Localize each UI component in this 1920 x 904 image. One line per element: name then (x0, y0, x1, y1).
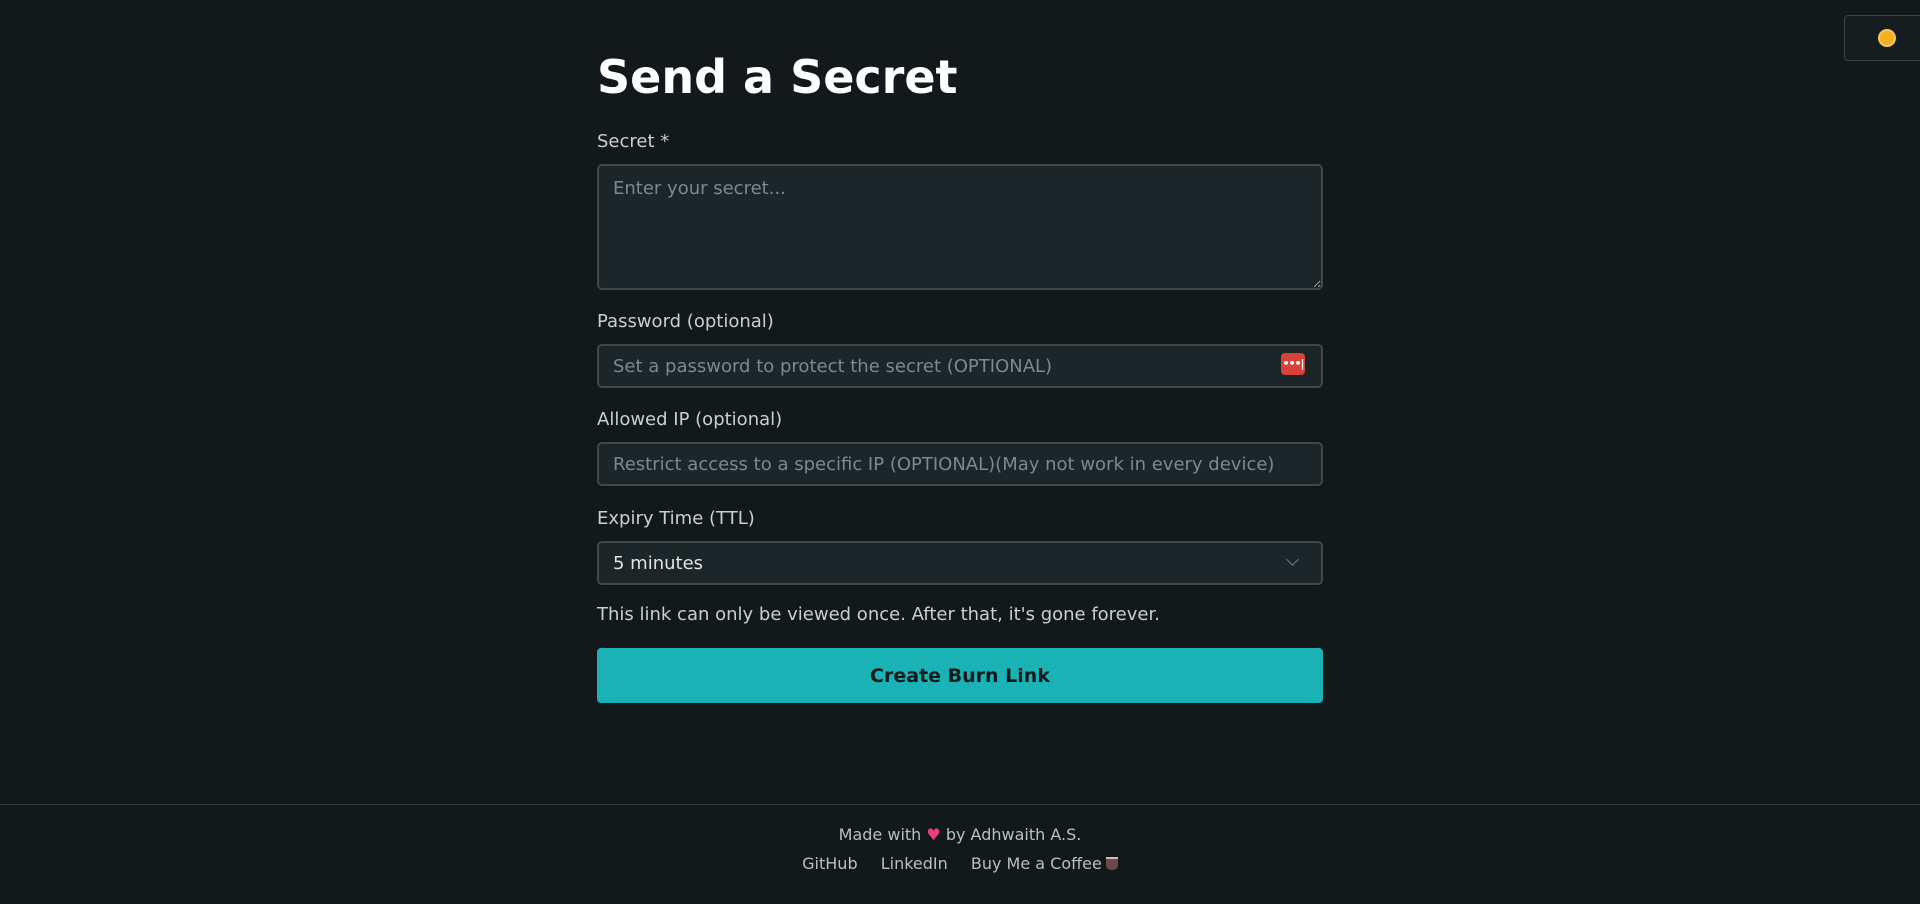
expiry-selected-value: 5 minutes (613, 553, 704, 574)
once-only-note: This link can only be viewed once. After… (597, 604, 1160, 625)
buy-me-a-coffee-label: Buy Me a Coffee (970, 854, 1102, 873)
password-manager-icon[interactable]: •••| (1281, 353, 1305, 375)
heart-icon: ♥ (926, 825, 941, 844)
expiry-select[interactable]: 5 minutes (597, 541, 1323, 585)
password-field-wrap: •••| (597, 344, 1323, 388)
footer-links: GitHub LinkedIn Buy Me a Coffee (0, 854, 1920, 873)
theme-toggle-button[interactable] (1844, 15, 1920, 61)
password-input[interactable] (597, 344, 1323, 388)
buy-me-a-coffee-link[interactable]: Buy Me a Coffee (971, 854, 1118, 873)
footer: Made with ♥ by Adhwaith A.S. GitHub Link… (0, 804, 1920, 904)
footer-credit: Made with ♥ by Adhwaith A.S. (0, 825, 1920, 844)
coffee-icon (1105, 857, 1118, 870)
github-link[interactable]: GitHub (802, 854, 857, 873)
create-burn-link-button[interactable]: Create Burn Link (597, 648, 1323, 703)
page-title: Send a Secret (597, 50, 958, 104)
secret-label: Secret * (597, 131, 670, 152)
password-label: Password (optional) (597, 311, 774, 332)
sun-icon (1880, 31, 1894, 45)
chevron-down-icon (1286, 553, 1299, 566)
credit-prefix: Made with (838, 825, 922, 844)
linkedin-link[interactable]: LinkedIn (881, 854, 948, 873)
allowed-ip-input[interactable] (597, 442, 1323, 486)
expiry-label: Expiry Time (TTL) (597, 508, 755, 529)
allowed-ip-label: Allowed IP (optional) (597, 409, 783, 430)
credit-suffix: by Adhwaith A.S. (945, 825, 1082, 844)
secret-textarea[interactable] (597, 164, 1323, 290)
